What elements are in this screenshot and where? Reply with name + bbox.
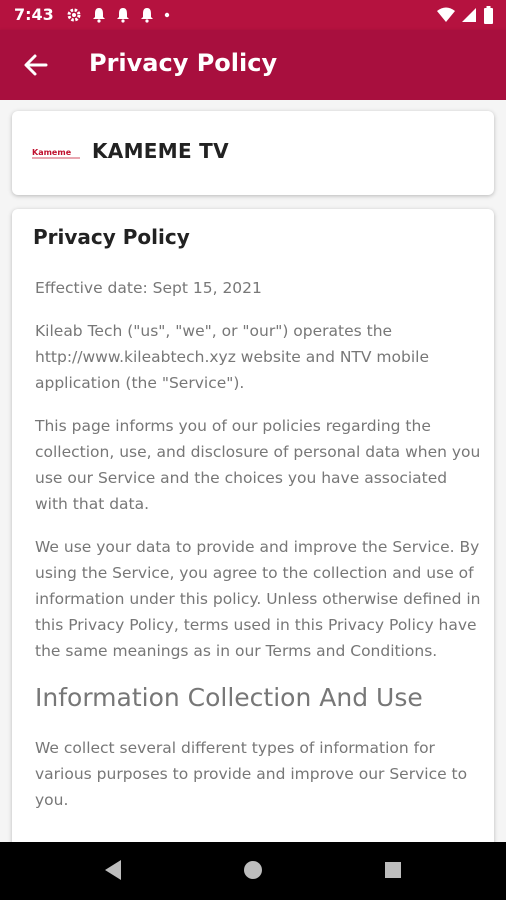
system-icons — [437, 6, 494, 24]
policy-paragraph: We collect several different types of in… — [35, 739, 468, 809]
policy-card: Privacy Policy Effective date: Sept 15, … — [12, 209, 494, 842]
back-triangle-icon — [105, 860, 121, 880]
bell-icon — [117, 8, 129, 23]
status-time: 7:43 — [14, 5, 54, 24]
policy-body: Effective date: Sept 15, 2021 Kileab Tec… — [35, 275, 481, 830]
back-button[interactable] — [22, 51, 50, 79]
content-area[interactable]: Kameme KAMEME TV Privacy Policy Effectiv… — [0, 100, 506, 842]
policy-paragraph: Kileab Tech ("us", "we", or "our") opera… — [35, 322, 430, 392]
wifi-icon — [437, 7, 455, 22]
policy-title: Privacy Policy — [33, 225, 190, 249]
app-bar-title: Privacy Policy — [89, 49, 278, 77]
brand-logo-text: Kameme — [32, 148, 72, 157]
home-circle-icon — [244, 861, 262, 879]
policy-paragraph: We use your data to provide and improve … — [35, 538, 481, 660]
policy-paragraph: This page informs you of our policies re… — [35, 417, 481, 513]
battery-icon — [484, 6, 493, 24]
status-bar: 7:43 — [0, 0, 506, 30]
nav-recents-button[interactable] — [382, 858, 404, 886]
notification-icons — [66, 7, 170, 23]
arrow-left-icon — [24, 54, 48, 76]
bell-icon — [93, 8, 105, 23]
bell-icon — [141, 8, 153, 23]
app-bar: Privacy Policy — [0, 30, 506, 100]
brand-card: Kameme KAMEME TV — [12, 111, 494, 195]
policy-paragraph: Effective date: Sept 15, 2021 — [35, 279, 262, 297]
navigation-bar — [0, 842, 506, 900]
recents-square-icon — [385, 862, 401, 878]
dot-icon — [164, 12, 170, 18]
nav-home-button[interactable] — [242, 858, 264, 886]
gear-icon — [67, 8, 81, 22]
section-heading: Information Collection And Use — [35, 683, 423, 712]
signal-icon — [462, 8, 476, 22]
brand-name: KAMEME TV — [92, 139, 229, 163]
brand-logo: Kameme — [32, 143, 82, 163]
nav-back-button[interactable] — [102, 858, 124, 886]
